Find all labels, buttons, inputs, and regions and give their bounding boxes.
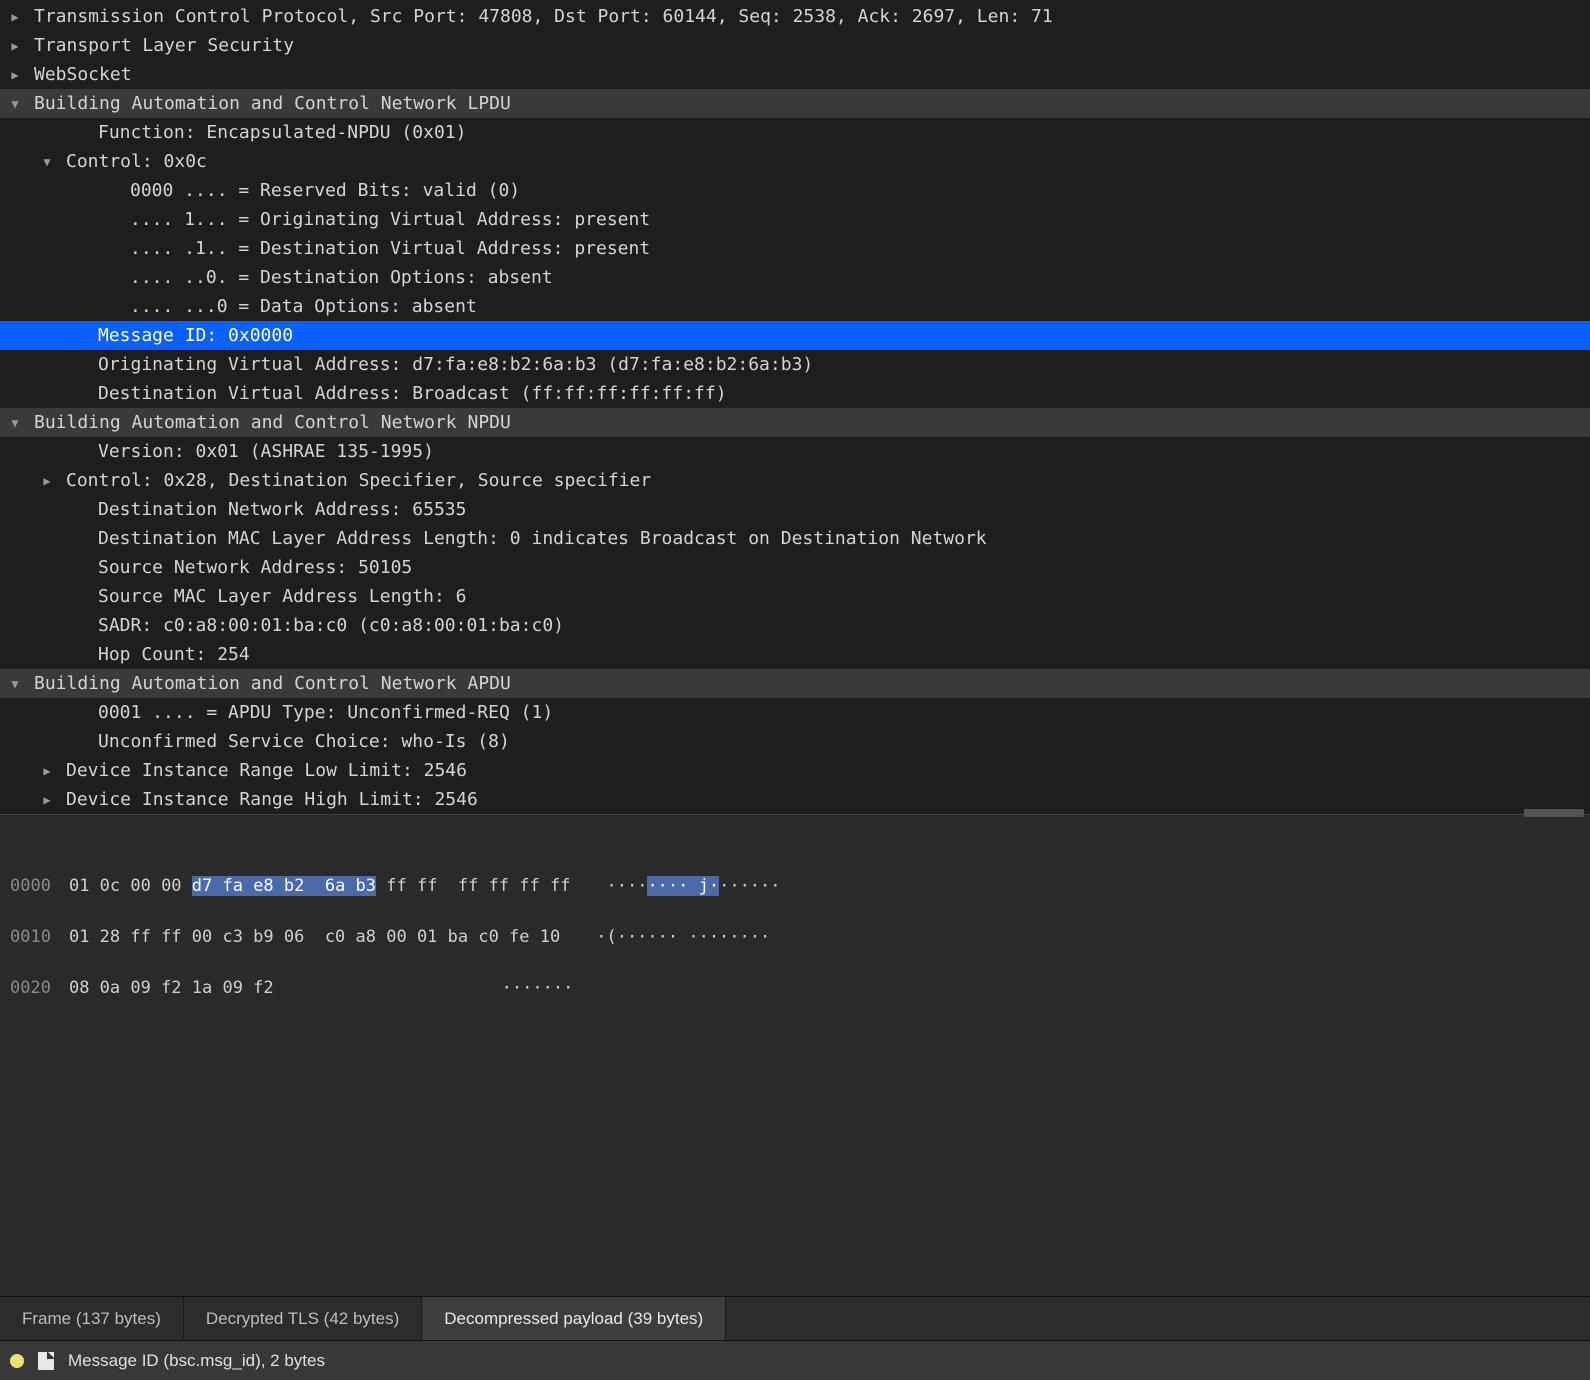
hex-ascii: ······· bbox=[502, 978, 574, 998]
tree-row-websocket[interactable]: ▶ WebSocket bbox=[0, 60, 1590, 89]
lpdu-bits-dopt[interactable]: ▶.... ..0. = Destination Options: absent bbox=[0, 263, 1590, 292]
hex-ascii: ·(······ ········ bbox=[596, 927, 770, 947]
apdu-service[interactable]: ▶Unconfirmed Service Choice: who-Is (8) bbox=[0, 727, 1590, 756]
tls-summary: Transport Layer Security bbox=[34, 32, 294, 59]
chevron-right-icon[interactable]: ▶ bbox=[6, 66, 24, 84]
chevron-right-icon[interactable]: ▶ bbox=[6, 37, 24, 55]
hex-dump-panel[interactable]: 000001 0c 00 00 d7 fa e8 b2 6a b3 ff ff … bbox=[0, 814, 1590, 1296]
npdu-control[interactable]: ▶Control: 0x28, Destination Specifier, S… bbox=[0, 466, 1590, 495]
lpdu-origaddr[interactable]: ▶Originating Virtual Address: d7:fa:e8:b… bbox=[0, 350, 1590, 379]
chevron-right-icon[interactable]: ▶ bbox=[38, 472, 56, 490]
npdu-hop[interactable]: ▶Hop Count: 254 bbox=[0, 640, 1590, 669]
tree-row-npdu[interactable]: ▼ Building Automation and Control Network… bbox=[0, 408, 1590, 437]
npdu-sadr[interactable]: ▶SADR: c0:a8:00:01:ba:c0 (c0:a8:00:01:ba… bbox=[0, 611, 1590, 640]
chevron-down-icon[interactable]: ▼ bbox=[6, 414, 24, 432]
chevron-right-icon[interactable]: ▶ bbox=[6, 8, 24, 26]
hex-row-0000[interactable]: 000001 0c 00 00 d7 fa e8 b2 6a b3 ff ff … bbox=[10, 874, 1580, 900]
apdu-high[interactable]: ▶Device Instance Range High Limit: 2546 bbox=[0, 785, 1590, 814]
status-text: Message ID (bsc.msg_id), 2 bytes bbox=[68, 1348, 325, 1374]
chevron-down-icon[interactable]: ▼ bbox=[6, 675, 24, 693]
apdu-title: Building Automation and Control Network … bbox=[34, 670, 511, 697]
npdu-dnet[interactable]: ▶Destination Network Address: 65535 bbox=[0, 495, 1590, 524]
apdu-low[interactable]: ▶Device Instance Range Low Limit: 2546 bbox=[0, 756, 1590, 785]
tree-row-lpdu[interactable]: ▼ Building Automation and Control Network… bbox=[0, 89, 1590, 118]
tab-decrypted-tls[interactable]: Decrypted TLS (42 bytes) bbox=[184, 1297, 422, 1340]
hex-highlight: d7 fa e8 b2 6a b3 bbox=[192, 876, 376, 896]
bytes-tabs: Frame (137 bytes) Decrypted TLS (42 byte… bbox=[0, 1296, 1590, 1340]
hex-offset: 0000 bbox=[10, 876, 51, 896]
hex-row-0020[interactable]: 002008 0a 09 f2 1a 09 f2······· bbox=[10, 976, 1580, 1002]
ws-summary: WebSocket bbox=[34, 61, 132, 88]
chevron-right-icon[interactable]: ▶ bbox=[38, 791, 56, 809]
apdu-type[interactable]: ▶0001 .... = APDU Type: Unconfirmed-REQ … bbox=[0, 698, 1590, 727]
npdu-dlen[interactable]: ▶Destination MAC Layer Address Length: 0… bbox=[0, 524, 1590, 553]
tcp-summary: Transmission Control Protocol, Src Port:… bbox=[34, 3, 1053, 30]
tab-decompressed-payload[interactable]: Decompressed payload (39 bytes) bbox=[422, 1297, 726, 1340]
scrollbar-thumb[interactable] bbox=[1524, 809, 1584, 817]
status-bar: Message ID (bsc.msg_id), 2 bytes bbox=[0, 1340, 1590, 1380]
expert-info-icon[interactable] bbox=[10, 1354, 24, 1368]
hex-offset: 0010 bbox=[10, 927, 51, 947]
tree-row-apdu[interactable]: ▼ Building Automation and Control Network… bbox=[0, 669, 1590, 698]
chevron-down-icon[interactable]: ▼ bbox=[38, 153, 56, 171]
tree-row-tcp[interactable]: ▶ Transmission Control Protocol, Src Port… bbox=[0, 2, 1590, 31]
lpdu-bits-ova[interactable]: ▶.... 1... = Originating Virtual Address… bbox=[0, 205, 1590, 234]
hex-offset: 0020 bbox=[10, 978, 51, 998]
npdu-title: Building Automation and Control Network … bbox=[34, 409, 511, 436]
npdu-version[interactable]: ▶Version: 0x01 (ASHRAE 135-1995) bbox=[0, 437, 1590, 466]
lpdu-function[interactable]: ▶Function: Encapsulated-NPDU (0x01) bbox=[0, 118, 1590, 147]
npdu-slen[interactable]: ▶Source MAC Layer Address Length: 6 bbox=[0, 582, 1590, 611]
hex-ascii: ········ j······· bbox=[606, 876, 780, 896]
tree-row-tls[interactable]: ▶ Transport Layer Security bbox=[0, 31, 1590, 60]
chevron-down-icon[interactable]: ▼ bbox=[6, 95, 24, 113]
hex-row-0010[interactable]: 001001 28 ff ff 00 c3 b9 06 c0 a8 00 01 … bbox=[10, 925, 1580, 951]
chevron-right-icon[interactable]: ▶ bbox=[38, 762, 56, 780]
lpdu-destaddr[interactable]: ▶Destination Virtual Address: Broadcast … bbox=[0, 379, 1590, 408]
lpdu-msgid[interactable]: ▶Message ID: 0x0000 bbox=[0, 321, 1590, 350]
lpdu-title: Building Automation and Control Network … bbox=[34, 90, 511, 117]
lpdu-bits-dataopt[interactable]: ▶.... ...0 = Data Options: absent bbox=[0, 292, 1590, 321]
tab-frame[interactable]: Frame (137 bytes) bbox=[0, 1297, 184, 1340]
lpdu-bits-dva[interactable]: ▶.... .1.. = Destination Virtual Address… bbox=[0, 234, 1590, 263]
lpdu-control[interactable]: ▼Control: 0x0c bbox=[0, 147, 1590, 176]
document-icon[interactable] bbox=[38, 1352, 54, 1370]
lpdu-bits-reserved[interactable]: ▶0000 .... = Reserved Bits: valid (0) bbox=[0, 176, 1590, 205]
protocol-tree[interactable]: ▶ Transmission Control Protocol, Src Port… bbox=[0, 0, 1590, 814]
npdu-snet[interactable]: ▶Source Network Address: 50105 bbox=[0, 553, 1590, 582]
